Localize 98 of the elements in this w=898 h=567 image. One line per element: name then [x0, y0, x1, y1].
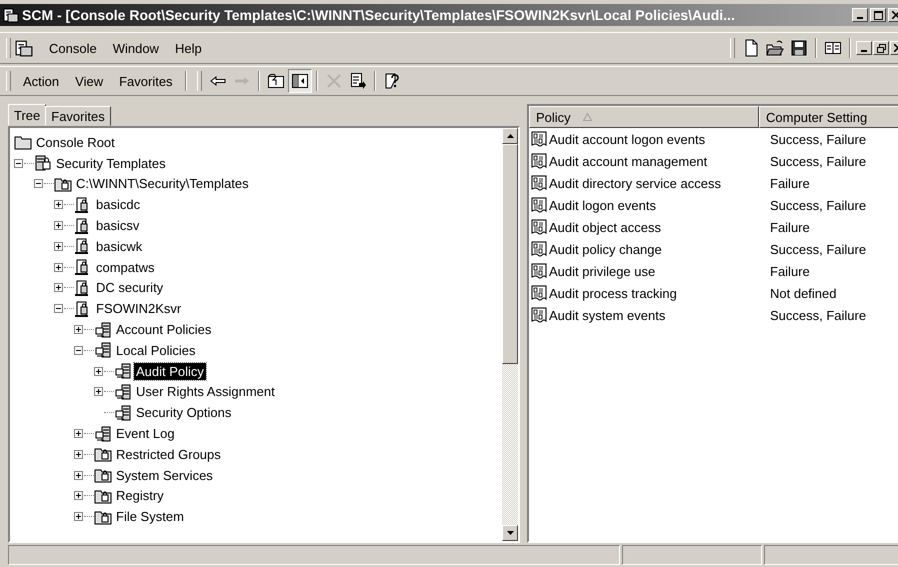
child-minimize-button[interactable]	[856, 41, 872, 55]
server-lock-icon	[34, 154, 52, 172]
policy-name[interactable]: Audit policy change	[549, 242, 662, 256]
console-app-icon	[15, 39, 33, 57]
expand-icon[interactable]	[74, 450, 83, 459]
expand-icon[interactable]	[74, 470, 83, 480]
policy-folder-icon	[94, 424, 112, 443]
show-tree-icon[interactable]	[288, 69, 312, 93]
collapse-icon[interactable]	[74, 346, 83, 355]
down-triangle-icon	[506, 531, 514, 535]
tree-item[interactable]: FSOWIN2Ksvr	[94, 300, 184, 318]
menu-item[interactable]: Window	[104, 38, 167, 58]
scroll-up-button[interactable]	[502, 128, 518, 144]
tree-item[interactable]: Audit Policy	[134, 362, 206, 380]
tree-item[interactable]: basicwk	[94, 238, 144, 255]
binary-policy-icon	[531, 219, 547, 235]
maximize-button[interactable]	[870, 8, 886, 22]
binary-policy-icon	[531, 241, 547, 257]
restore-icon	[876, 44, 886, 52]
expand-icon[interactable]	[54, 283, 63, 292]
expand-icon[interactable]	[54, 242, 63, 251]
expand-icon[interactable]	[54, 221, 63, 230]
setting-value: Success, Failure	[769, 132, 866, 146]
menu-item[interactable]: Console	[41, 38, 105, 58]
binary-policy-icon	[531, 153, 547, 169]
policy-name[interactable]: Audit object access	[549, 220, 662, 234]
console-app-icon	[3, 7, 19, 23]
collapse-icon[interactable]	[34, 179, 43, 188]
setting-value: Success, Failure	[769, 154, 866, 168]
column-header[interactable]: Computer Setting	[759, 106, 898, 128]
binary-policy-icon	[531, 175, 547, 191]
binary-policy-icon	[531, 307, 547, 323]
expand-icon[interactable]	[74, 512, 83, 522]
setting-value: Not defined	[769, 286, 836, 300]
tree-item[interactable]: Security Options	[134, 404, 234, 422]
policy-name[interactable]: Audit system events	[549, 308, 666, 322]
tree-item[interactable]: basicdc	[94, 196, 142, 214]
tree-item[interactable]: Local Policies	[114, 342, 198, 359]
menu-item[interactable]: Help	[166, 38, 210, 58]
setting-value: Success, Failure	[769, 198, 866, 212]
policy-folder-icon	[94, 320, 112, 339]
tree-item[interactable]: Event Log	[114, 425, 177, 442]
tree-item[interactable]: Console Root	[34, 134, 117, 151]
policy-name[interactable]: Audit logon events	[549, 198, 656, 212]
setting-value: Failure	[769, 220, 810, 234]
expand-icon[interactable]	[94, 387, 103, 396]
policy-name[interactable]: Audit account logon events	[549, 132, 706, 146]
menu-item[interactable]: View	[67, 70, 112, 92]
window-title: SCM - [Console Root\Security Templates\C:\WINNT\Security\Templates\FSOWIN2Ksvr\Local Policies\Audi...	[22, 7, 736, 23]
tree-item[interactable]: System Services	[114, 466, 215, 484]
close-icon	[892, 11, 898, 19]
column-header[interactable]: Policy	[529, 106, 760, 128]
policy-name[interactable]: Audit privilege use	[549, 264, 656, 278]
setting-value: Success, Failure	[769, 308, 866, 322]
child-restore-button[interactable]	[873, 41, 889, 55]
tree-item[interactable]: basicsv	[94, 217, 142, 234]
policy-name[interactable]: Audit directory service access	[549, 176, 721, 190]
collapse-icon[interactable]	[14, 158, 23, 168]
expand-icon[interactable]	[54, 200, 63, 210]
expand-icon[interactable]	[74, 429, 83, 438]
tree-item[interactable]: C:\WINNT\Security\Templates	[74, 175, 251, 192]
policy-folder-icon	[114, 362, 132, 380]
setting-value: Success, Failure	[769, 242, 866, 256]
setting-value: Failure	[769, 176, 810, 190]
up-triangle-icon	[506, 134, 514, 138]
policy-folder-icon	[114, 404, 132, 422]
tree-item[interactable]: compatws	[94, 258, 157, 276]
vertical-scrollbar[interactable]	[502, 128, 518, 541]
expand-icon[interactable]	[94, 366, 103, 376]
binary-policy-icon	[531, 263, 547, 279]
tree-item[interactable]: Restricted Groups	[114, 446, 223, 463]
tree-item[interactable]: File System	[114, 508, 186, 526]
binary-policy-icon	[531, 131, 547, 147]
tree-item[interactable]: DC security	[94, 279, 166, 296]
scroll-thumb[interactable]	[502, 144, 518, 364]
maximize-icon	[874, 10, 882, 20]
sort-arrow-icon	[582, 113, 592, 121]
menu-item[interactable]: Favorites	[111, 70, 181, 92]
policy-folder-icon	[114, 382, 132, 401]
pane-tab[interactable]: Tree	[8, 104, 46, 126]
minimize-button[interactable]	[852, 8, 868, 22]
expand-icon[interactable]	[74, 491, 83, 500]
policy-folder-icon	[94, 341, 112, 360]
policy-name[interactable]: Audit account management	[549, 154, 708, 168]
menu-item[interactable]: Action	[15, 70, 68, 92]
expand-icon[interactable]	[74, 325, 83, 334]
tree-item[interactable]: Security Templates	[54, 154, 168, 172]
expand-icon[interactable]	[54, 262, 63, 272]
tree-item[interactable]: User Rights Assignment	[134, 383, 277, 400]
policy-name[interactable]: Audit process tracking	[549, 286, 677, 300]
collapse-icon[interactable]	[54, 304, 63, 314]
binary-policy-icon	[531, 197, 547, 213]
setting-value: Failure	[769, 264, 810, 278]
tree-item[interactable]: Registry	[114, 487, 166, 504]
pane-tab[interactable]: Favorites	[45, 106, 111, 126]
binary-policy-icon	[531, 285, 547, 301]
scroll-down-button[interactable]	[502, 525, 518, 541]
tree-item[interactable]: Account Policies	[114, 321, 214, 338]
